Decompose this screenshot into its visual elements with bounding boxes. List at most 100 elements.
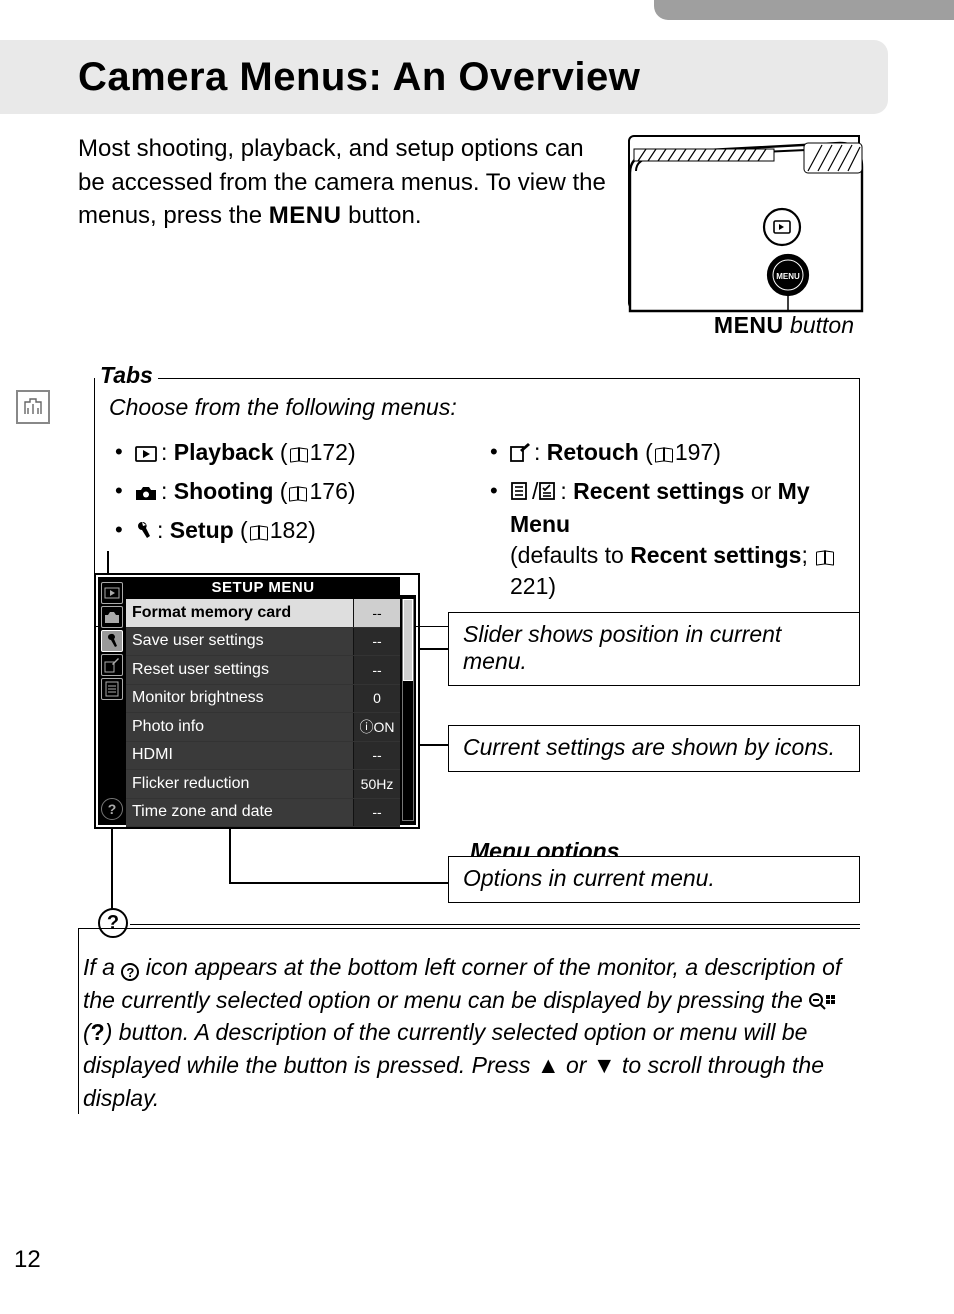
- page-ref-icon: [289, 487, 307, 500]
- intro-text-2: button.: [341, 202, 421, 229]
- menu-name: Playback: [174, 439, 274, 465]
- page-ref: 221: [510, 573, 548, 599]
- recent-def3: ): [548, 573, 556, 599]
- setup-menu-value: --: [354, 599, 400, 627]
- tabs-right-column: : Retouch (197) /: Recent settings or My…: [484, 431, 845, 608]
- tabs-choose-text: Choose from the following menus:: [109, 394, 845, 421]
- zoom-out-icon: [809, 987, 835, 1013]
- menu-name: Setup: [170, 517, 234, 543]
- help-icon: ?: [101, 798, 123, 820]
- callout-current-settings: Current settings are shown by icons.: [448, 725, 860, 772]
- setup-menu-value: 0: [354, 685, 400, 713]
- wrench-icon: [135, 517, 153, 548]
- help-1a: If a: [83, 954, 121, 980]
- menu-item-recent-settings: /: Recent settings or My Menu (defaults …: [488, 476, 845, 602]
- callout-slider: Slider shows position in current menu.: [448, 612, 860, 686]
- tab-recent-icon: [101, 678, 123, 700]
- menu-name: Shooting: [174, 478, 274, 504]
- recent-or: or: [744, 478, 777, 504]
- intro-paragraph: Most shooting, playback, and setup optio…: [78, 132, 608, 233]
- setup-menu-value: ⓘON: [354, 713, 400, 741]
- leader-line: [229, 882, 448, 884]
- page-ref-icon: [816, 551, 834, 564]
- tab-setup-icon: [101, 630, 123, 652]
- setup-menu-label: Format memory card: [126, 599, 354, 627]
- leader-line: [107, 551, 109, 573]
- setup-menu-row: Flicker reduction50Hz: [126, 770, 400, 799]
- setup-menu-value: --: [354, 628, 400, 656]
- menu-word-caption: MENU: [714, 312, 784, 338]
- page-ref: 182: [270, 517, 308, 543]
- page-ref-icon: [290, 448, 308, 461]
- setup-menu-screenshot: ? SETUP MENU Format memory card--Save us…: [94, 573, 420, 829]
- menu-tab-strip: ?: [98, 577, 126, 825]
- leader-line: [420, 744, 448, 746]
- menu-item-shooting: : Shooting (176): [113, 476, 470, 509]
- page-ref: 176: [309, 478, 347, 504]
- recent-settings-icon: [510, 478, 528, 509]
- callout-options-text: Options in current menu.: [463, 865, 715, 891]
- setup-menu-row: Save user settings--: [126, 628, 400, 657]
- tab-retouch-icon: [101, 654, 123, 676]
- setup-menu-label: Monitor brightness: [126, 685, 354, 713]
- setup-menu-row: Photo infoⓘON: [126, 713, 400, 742]
- setup-menu-label: Time zone and date: [126, 799, 354, 827]
- setup-menu-row: Time zone and date--: [126, 799, 400, 828]
- setup-menu-label: HDMI: [126, 742, 354, 770]
- leader-line: [111, 829, 113, 909]
- setup-menu-title: SETUP MENU: [126, 577, 400, 599]
- recent-def2: ;: [801, 542, 814, 568]
- recent-def1: (defaults to: [510, 542, 630, 568]
- leader-line: [420, 648, 448, 650]
- svg-text:MENU: MENU: [776, 272, 800, 281]
- tab-shooting-icon: [101, 606, 123, 628]
- page-ref: 172: [310, 439, 348, 465]
- setup-menu-label: Reset user settings: [126, 656, 354, 684]
- setup-menu-value: --: [354, 799, 400, 827]
- setup-menu-label: Flicker reduction: [126, 770, 354, 798]
- down-arrow: ▼: [593, 1052, 616, 1078]
- camera-diagram-caption: MENU button: [714, 312, 854, 339]
- setup-menu-row: Reset user settings--: [126, 656, 400, 685]
- help-rule: [130, 924, 860, 925]
- page-ref: 197: [675, 439, 713, 465]
- caption-rest: button: [784, 312, 854, 338]
- setup-menu-row: Format memory card--: [126, 599, 400, 628]
- help-2a: (: [83, 1019, 91, 1045]
- setup-menu-row: Monitor brightness0: [126, 685, 400, 714]
- page-number: 12: [14, 1246, 41, 1274]
- up-arrow: ▲: [537, 1052, 560, 1078]
- page-ref-icon: [250, 526, 268, 539]
- page-header-bar: [654, 0, 954, 20]
- setup-menu-value: --: [354, 742, 400, 770]
- setup-menu-label: Save user settings: [126, 628, 354, 656]
- page-title: Camera Menus: An Overview: [78, 55, 640, 100]
- callout-current-text: Current settings are shown by icons.: [463, 734, 835, 760]
- scrollbar-thumb: [403, 599, 413, 681]
- setup-menu-value: 50Hz: [354, 770, 400, 798]
- menu-name: Retouch: [547, 439, 639, 465]
- callout-menu-options: Options in current menu.: [448, 856, 860, 903]
- camera-diagram: MENU: [628, 135, 860, 309]
- help-or: or: [560, 1052, 593, 1078]
- playback-icon: [135, 439, 157, 470]
- help-q-bold: ?: [91, 1019, 105, 1045]
- menu-scrollbar: [400, 595, 416, 825]
- setup-menu-body: Format memory card--Save user settings--…: [126, 599, 400, 825]
- help-1b: icon appears at the bottom left corner o…: [83, 954, 841, 1013]
- callout-slider-text: Slider shows position in current menu.: [463, 621, 781, 674]
- help-q-inline-icon: ?: [121, 963, 139, 981]
- setup-menu-row: HDMI--: [126, 742, 400, 771]
- setup-menu-label: Photo info: [126, 713, 354, 741]
- camera-icon: [135, 478, 157, 509]
- menu-word: MENU: [269, 202, 342, 229]
- menu-item-retouch: : Retouch (197): [488, 437, 845, 470]
- help-paragraph: If a ? icon appears at the bottom left c…: [78, 928, 860, 1114]
- setup-menu-value: --: [354, 656, 400, 684]
- page-ref-icon: [655, 448, 673, 461]
- tab-playback-icon: [101, 582, 123, 604]
- menu-item-setup: : Setup (182): [113, 515, 470, 548]
- title-block: Camera Menus: An Overview: [0, 40, 888, 114]
- menu-item-playback: : Playback (172): [113, 437, 470, 470]
- retouch-icon: [510, 439, 530, 470]
